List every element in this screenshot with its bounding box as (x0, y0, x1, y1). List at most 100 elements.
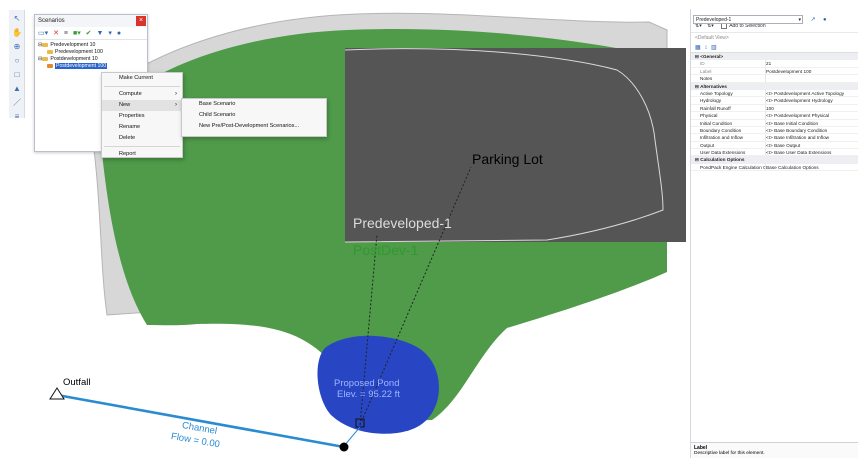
property-row-alternative[interactable]: Rainfall Runoff 100 (691, 104, 858, 113)
menu-separator (104, 86, 180, 87)
link-tool-icon[interactable]: ／ (11, 97, 23, 108)
scenarios-toolbar: ▭▾ ✕ ≡ ■▾ ✔ ▼ ▾ ● (35, 27, 147, 40)
menu-item-delete[interactable]: Delete (102, 133, 182, 144)
property-key: Notes (700, 76, 713, 82)
menu-item-make-current[interactable]: Make Current (102, 73, 182, 84)
delete-icon[interactable]: ✕ (53, 30, 59, 37)
predeveloped-label: Predeveloped-1 (353, 215, 452, 231)
menu-item-rename[interactable]: Rename (102, 122, 182, 133)
tree-item-label: Predevelopment 10 (50, 42, 96, 48)
submenu-item-base-scenario[interactable]: Base Scenario (182, 99, 326, 110)
view-selector-value: <Default View> (695, 35, 729, 41)
pond-tool-icon[interactable]: ▲ (11, 83, 23, 94)
category-calculation-options[interactable]: ⊟ Calculation Options (691, 156, 858, 164)
rename-icon[interactable]: ≡ (64, 30, 68, 37)
pointer-tool-icon[interactable]: ↖ (11, 13, 23, 24)
zoom-to-icon[interactable]: ↗ (810, 16, 815, 23)
property-row-alternative[interactable]: Infiltration and Inflow <I> Base Infiltra… (691, 134, 858, 142)
property-value: <I> Base Output (765, 141, 858, 149)
pond-label-line1: Proposed Pond (334, 378, 400, 389)
property-row-calc-options[interactable]: PondPack Engine Calculation OptionsBase … (691, 163, 858, 172)
close-icon[interactable]: × (136, 16, 146, 26)
pond-outlet-link (343, 426, 361, 447)
property-grid: ⊟ <General> ID 21 Label Postdevelopment 10… (691, 53, 858, 172)
new-submenu: Base Scenario Child Scenario New Pre/Pos… (181, 98, 327, 137)
property-key: Label (700, 68, 712, 74)
element-selector-row: Predeveloped-1 ▾ ↗ ● (691, 9, 858, 25)
property-row-alternative[interactable]: Boundary Condition <I> Base Boundary Cond… (691, 126, 858, 135)
category-label: Calculation Options (700, 157, 745, 163)
scenario-tree: ⊟ Predevelopment 10 Predevelopment 100 ⊟ P… (35, 40, 147, 70)
tree-item-predevelopment-10[interactable]: ⊟ Predevelopment 10 (38, 42, 147, 49)
property-row-alternative[interactable]: Physical <I> Postdevelopment Physical (691, 112, 858, 120)
junction-node[interactable] (339, 442, 349, 452)
category-label: Alternatives (700, 83, 727, 89)
drawing-toolbar: ↖ ✋ ⊕ ○ □ ▲ ／ ≡ (9, 10, 25, 121)
compute-icon[interactable]: ■▾ (73, 30, 81, 37)
tree-item-label: Predevelopment 100 (55, 49, 103, 55)
property-toolbar: ▦ ↕ ▥ (691, 43, 858, 53)
folder-icon (42, 42, 49, 47)
property-row-alternative[interactable]: Initial Condition <I> Base Initial Condit… (691, 119, 858, 127)
property-key: Infiltration and Inflow (700, 135, 743, 141)
chevron-down-icon: ▾ (798, 17, 801, 24)
property-row-label[interactable]: Label Postdevelopment 100 (691, 67, 858, 76)
compare-icon[interactable]: ▼ (97, 30, 104, 37)
menu-item-new[interactable]: New › (102, 100, 182, 111)
property-value: <I> Base User Data Extensions (765, 149, 858, 156)
menu-item-label: Compute (119, 91, 142, 97)
description-text: Descriptive label for this element. (694, 451, 765, 456)
help-icon[interactable]: ● (823, 17, 827, 23)
property-value: <I> Postdevelopment Hydrology (765, 97, 858, 104)
catchment-tool-icon[interactable]: □ (11, 69, 23, 80)
folder-icon (42, 56, 49, 61)
property-row-id[interactable]: ID 21 (691, 60, 858, 68)
chevron-right-icon: › (175, 102, 177, 108)
category-general[interactable]: ⊟ <General> (691, 53, 858, 61)
make-current-icon[interactable]: ✔ (86, 30, 92, 37)
property-row-notes[interactable]: Notes (691, 75, 858, 83)
outfall-node[interactable] (49, 387, 65, 400)
menu-item-compute[interactable]: Compute › (102, 89, 182, 100)
category-alternatives[interactable]: ⊟ Alternatives (691, 82, 858, 90)
element-selector[interactable]: Predeveloped-1 ▾ (693, 15, 803, 25)
menu-item-report[interactable]: Report (102, 149, 182, 160)
property-description: Label Descriptive label for this element… (691, 442, 858, 458)
property-key: PondPack Engine Calculation Options (700, 164, 765, 170)
submenu-item-child-scenario[interactable]: Child Scenario (182, 110, 326, 121)
filter-icon[interactable]: ▾ (108, 30, 112, 37)
property-pages-icon[interactable]: ▥ (711, 45, 717, 51)
tree-item-postdevelopment-10[interactable]: ⊟ Postdevelopment 10 (38, 56, 147, 63)
postdev-label: PostDev-1 (353, 242, 419, 258)
submenu-item-pre-post-development[interactable]: New Pre/Post-Development Scenarios... (182, 121, 326, 132)
new-icon[interactable]: ▭▾ (38, 30, 48, 37)
node-tool-icon[interactable]: ○ (11, 55, 23, 66)
help-icon[interactable]: ● (117, 30, 121, 37)
categorized-icon[interactable]: ▦ (695, 45, 701, 51)
menu-separator (104, 146, 180, 147)
scenarios-title: Scenarios (38, 18, 65, 24)
parking-lot-area[interactable] (345, 48, 686, 242)
element-selector-value: Predeveloped-1 (696, 17, 732, 24)
alphabetical-icon[interactable]: ↕ (704, 45, 707, 51)
property-key: User Data Extensions (700, 150, 746, 156)
parking-lot-label: Parking Lot (472, 151, 543, 167)
property-key: Initial Condition (700, 120, 733, 126)
property-key: Physical (700, 113, 718, 119)
pond-label-line2: Elev. = 95.22 ft (337, 389, 400, 400)
view-selector[interactable]: <Default View> (691, 32, 858, 43)
tree-item-label: Postdevelopment 10 (50, 56, 98, 62)
zoom-tool-icon[interactable]: ⊕ (11, 41, 23, 52)
tree-item-postdevelopment-100[interactable]: Postdevelopment 100 (38, 63, 147, 70)
property-row-alternative[interactable]: Output <I> Base Output (691, 141, 858, 150)
property-row-alternative[interactable]: Hydrology <I> Postdevelopment Hydrology (691, 97, 858, 105)
more-tools-icon[interactable]: ≡ (11, 111, 23, 122)
menu-item-properties[interactable]: Properties (102, 111, 182, 122)
tree-item-predevelopment-100[interactable]: Predevelopment 100 (38, 49, 147, 56)
tree-item-label: Postdevelopment 100 (55, 63, 108, 69)
pan-tool-icon[interactable]: ✋ (11, 27, 23, 38)
property-row-alternative[interactable]: Active Topology <I> Postdevelopment Activ… (691, 89, 858, 98)
property-key: Rainfall Runoff (700, 105, 731, 111)
property-row-alternative[interactable]: User Data Extensions <I> Base User Data E… (691, 149, 858, 157)
scenarios-title-bar[interactable]: Scenarios × (35, 15, 147, 27)
